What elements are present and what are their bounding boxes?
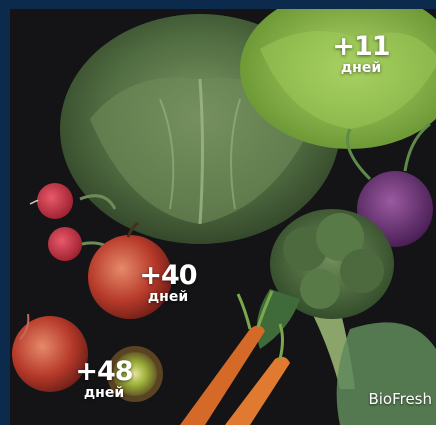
badge-value: +11 [332,31,390,62]
freshness-badge-lettuce: +11 дней [325,33,397,75]
badge-unit: дней [340,60,382,76]
badge-unit: дней [83,385,125,401]
badge-value: +48 [75,356,133,387]
freshness-badge-apple: +40 дней [128,262,208,304]
badge-unit: дней [147,289,189,305]
brand-label: BioFresh [368,390,432,408]
freshness-badge-kiwi: +48 дней [64,358,144,400]
promo-banner: +11 дней +40 дней +48 дней BioFresh [0,0,436,425]
badge-value: +40 [139,260,197,291]
